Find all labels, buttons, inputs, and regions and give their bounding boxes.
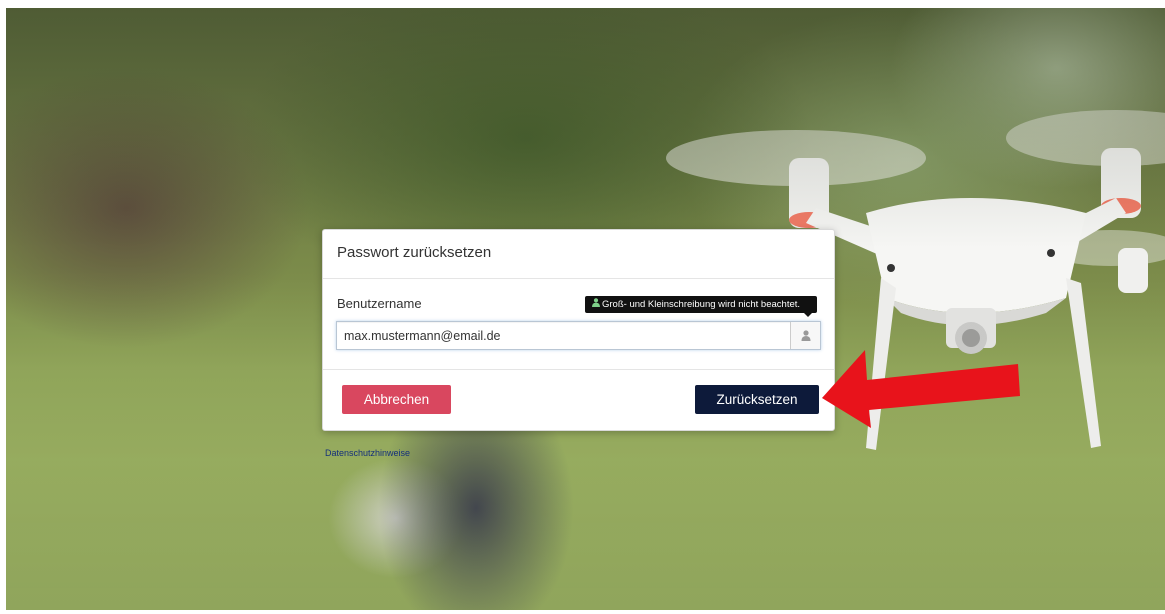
reset-button[interactable]: Zurücksetzen xyxy=(695,385,819,414)
dialog-title: Passwort zurücksetzen xyxy=(337,244,492,261)
privacy-notice-link[interactable]: Datenschutzhinweise xyxy=(325,448,410,458)
cancel-button[interactable]: Abbrechen xyxy=(342,385,451,414)
dialog-header: Passwort zurücksetzen xyxy=(323,230,834,279)
user-icon xyxy=(790,322,820,349)
username-input-group xyxy=(336,321,821,350)
user-icon xyxy=(592,296,600,313)
username-label: Benutzername xyxy=(337,296,422,311)
case-insensitive-tooltip: Groß- und Kleinschreibung wird nicht bea… xyxy=(585,296,817,317)
dialog-footer: Abbrechen Zurücksetzen xyxy=(323,370,834,428)
red-arrow-icon xyxy=(822,350,1020,428)
page: Passwort zurücksetzen Benutzername Groß-… xyxy=(0,0,1165,614)
tooltip-text: Groß- und Kleinschreibung wird nicht bea… xyxy=(602,299,801,311)
password-reset-dialog: Passwort zurücksetzen Benutzername Groß-… xyxy=(322,229,835,431)
tooltip-pointer xyxy=(804,313,812,317)
dialog-body: Benutzername Groß- und Kleinschreibung w… xyxy=(323,279,834,370)
username-input[interactable] xyxy=(337,322,791,349)
